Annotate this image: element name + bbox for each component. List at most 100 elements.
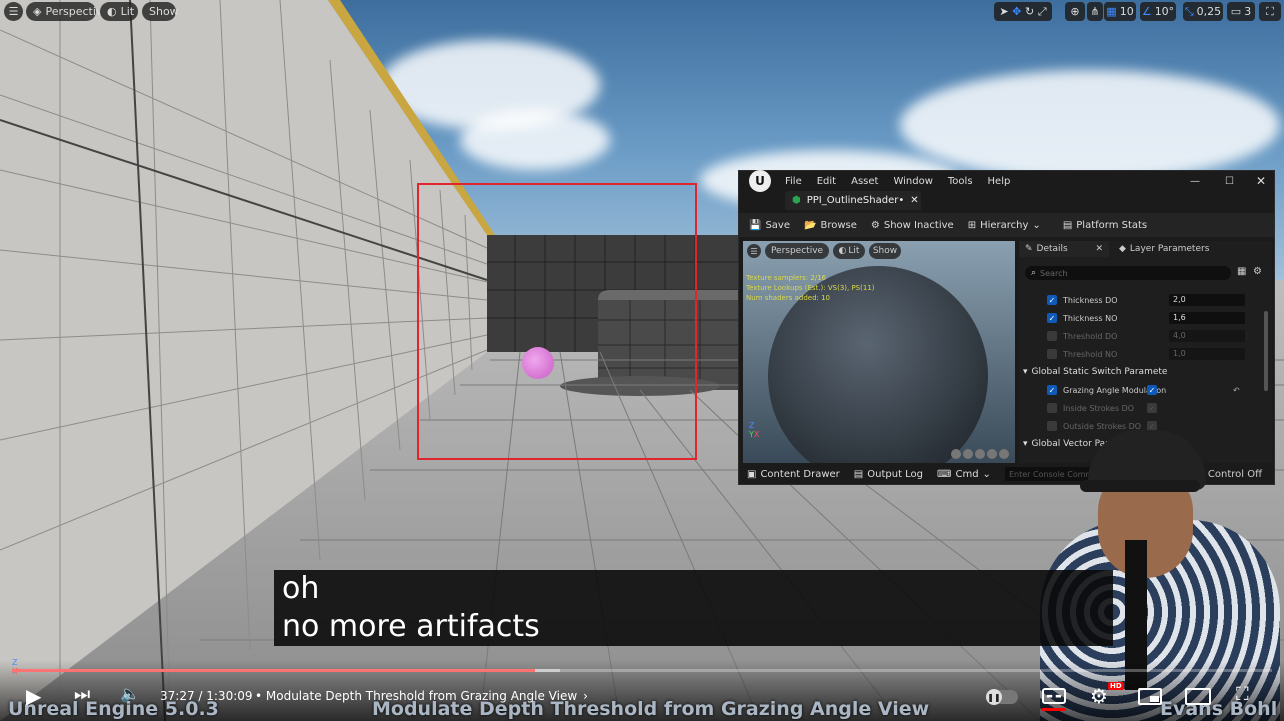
menu-edit[interactable]: Edit: [817, 176, 836, 187]
param-value-input[interactable]: 1,6: [1169, 312, 1245, 324]
minimize-icon[interactable]: —: [1190, 176, 1200, 187]
cmd-button[interactable]: ⌨ Cmd ⌄: [937, 469, 991, 480]
subtitles-button[interactable]: ▬ ▬: [1042, 688, 1066, 704]
param-checkbox[interactable]: [1047, 331, 1057, 341]
selection-rectangle: [417, 183, 697, 460]
move-icon[interactable]: ✥: [1012, 5, 1021, 18]
details-scrollbar[interactable]: [1264, 311, 1268, 391]
preview-menu-button[interactable]: ☰: [747, 244, 761, 258]
camera-speed-button[interactable]: ▭ 3: [1227, 2, 1255, 21]
axis-gizmo-icon: ZX: [12, 658, 18, 676]
theater-mode-button[interactable]: [1185, 688, 1211, 705]
close-window-icon[interactable]: ✕: [1256, 174, 1266, 188]
param-checkbox[interactable]: ✓: [1047, 313, 1057, 323]
tab-details[interactable]: ✎ Details ✕: [1019, 241, 1109, 257]
menu-file[interactable]: File: [785, 176, 802, 187]
autoplay-toggle[interactable]: ❚❚: [986, 689, 1018, 705]
param-value-input[interactable]: 1,0: [1169, 348, 1245, 360]
next-button[interactable]: ⏭: [74, 684, 90, 705]
output-log-label: Output Log: [867, 468, 924, 480]
close-tab-icon[interactable]: ✕: [910, 195, 918, 206]
hierarchy-label: Hierarchy: [980, 219, 1029, 231]
details-search-input[interactable]: ⌕ Search: [1025, 266, 1231, 280]
video-progress-bar[interactable]: [12, 669, 1272, 672]
platform-stats-button[interactable]: ▤ Platform Stats: [1063, 220, 1147, 231]
browse-label: Browse: [820, 219, 857, 231]
param-value-input[interactable]: 4,0: [1169, 330, 1245, 342]
hierarchy-button[interactable]: ⊞ Hierarchy ⌄: [968, 220, 1041, 231]
angle-icon: ∠: [1141, 5, 1152, 18]
cube-shape-icon[interactable]: [987, 449, 997, 459]
scale-icon[interactable]: ⤢: [1038, 5, 1047, 19]
content-drawer-button[interactable]: ▣ Content Drawer: [747, 469, 840, 480]
caption-line-2: no more artifacts: [282, 609, 540, 644]
maximize-viewport-button[interactable]: ⛶: [1259, 2, 1281, 21]
menu-window[interactable]: Window: [893, 176, 932, 187]
axis-gizmo-icon: Z YX: [749, 421, 760, 439]
show-button[interactable]: Show: [142, 2, 179, 21]
viewport-menu-button[interactable]: ☰: [4, 2, 23, 21]
world-space-button[interactable]: ⊕: [1065, 2, 1085, 21]
restore-icon[interactable]: ☐: [1225, 176, 1234, 187]
param-checkbox[interactable]: [1047, 403, 1057, 413]
gear-icon[interactable]: ⚙: [1253, 266, 1262, 277]
rotation-snap-button[interactable]: ∠ 10°: [1140, 2, 1176, 21]
grid-snap-button[interactable]: ▦ 10: [1104, 2, 1136, 21]
close-tab-icon[interactable]: ✕: [1095, 244, 1103, 254]
rotate-icon[interactable]: ↻: [1025, 5, 1034, 18]
progress-buffered: [12, 669, 561, 672]
perspective-button[interactable]: ◈ Perspective: [26, 2, 109, 21]
preview-perspective-button[interactable]: Perspective: [765, 243, 829, 259]
drawer-icon: ▣: [747, 468, 757, 480]
show-inactive-button[interactable]: ⚙ Show Inactive: [871, 220, 954, 231]
stat-line: Num shaders added: 10: [746, 294, 831, 302]
scale-snap-icon: ⤡: [1184, 4, 1194, 18]
nodes-icon: ⚙: [870, 219, 880, 231]
switch-value-checkbox[interactable]: ✓: [1147, 403, 1157, 413]
param-checkbox[interactable]: [1047, 349, 1057, 359]
switch-row-grazing: ✓ Grazing Angle Modulation ✓ ↶: [1023, 381, 1269, 399]
param-checkbox[interactable]: ✓: [1047, 295, 1057, 305]
lit-button[interactable]: ◐ Lit: [100, 2, 138, 21]
preview-show-button[interactable]: Show: [869, 243, 901, 259]
stat-line: Texture samplers: 2/16: [746, 274, 827, 282]
save-button[interactable]: 💾 Save: [749, 220, 790, 231]
switch-value-checkbox[interactable]: ✓: [1147, 385, 1157, 395]
param-value-input[interactable]: 2,0: [1169, 294, 1245, 306]
reset-icon[interactable]: ↶: [1233, 386, 1240, 395]
search-icon: ⌕: [1031, 268, 1037, 278]
select-icon[interactable]: ➤: [999, 5, 1008, 18]
material-preview-viewport[interactable]: ☰ Perspective ◐ Lit Show Texture samplers…: [743, 241, 1015, 463]
settings-button[interactable]: ⚙: [1090, 684, 1108, 708]
chevron-down-icon: ▾: [1023, 367, 1028, 377]
chapter-button[interactable]: • Modulate Depth Threshold from Grazing …: [255, 689, 588, 703]
output-log-button[interactable]: ▤ Output Log: [854, 469, 923, 480]
tab-layer-parameters[interactable]: ◆ Layer Parameters: [1109, 244, 1219, 254]
menu-asset[interactable]: Asset: [851, 176, 878, 187]
miniplayer-button[interactable]: [1138, 688, 1162, 705]
surface-snap-button[interactable]: ⋔: [1087, 2, 1103, 21]
section-static-switch[interactable]: ▾ Global Static Switch Paramete: [1023, 363, 1269, 381]
preview-lit-button[interactable]: ◐ Lit: [833, 243, 865, 259]
play-button[interactable]: ▶: [26, 684, 41, 708]
log-icon: ▤: [853, 468, 864, 480]
param-row-threshold-do: Threshold DO 4,0: [1023, 327, 1269, 345]
scale-snap-button[interactable]: ⤡ 0,25: [1183, 2, 1223, 21]
menu-help[interactable]: Help: [988, 176, 1011, 187]
volume-button[interactable]: 🔈: [120, 684, 140, 703]
pink-sphere[interactable]: [522, 347, 554, 379]
plane-shape-icon[interactable]: [975, 449, 985, 459]
miniplayer-icon: [1150, 696, 1159, 702]
menu-tools[interactable]: Tools: [948, 176, 973, 187]
sphere-shape-icon[interactable]: [951, 449, 961, 459]
browse-button[interactable]: 📂 Browse: [804, 220, 857, 231]
editor-toolbar: 💾 Save 📂 Browse ⚙ Show Inactive ⊞ Hierarchy ⌄…: [739, 213, 1274, 237]
video-caption: oh no more artifacts: [274, 570, 1113, 646]
cylinder-shape-icon[interactable]: [963, 449, 973, 459]
asset-tab[interactable]: ⬢ PPI_OutlineShader• ✕: [785, 191, 921, 210]
table-view-icon[interactable]: ▦: [1237, 266, 1246, 277]
fullscreen-button[interactable]: ⛶: [1236, 684, 1249, 705]
param-checkbox[interactable]: ✓: [1047, 385, 1057, 395]
show-label: Show: [149, 5, 179, 18]
transform-tools[interactable]: ➤ ✥ ↻ ⤢: [994, 2, 1052, 21]
